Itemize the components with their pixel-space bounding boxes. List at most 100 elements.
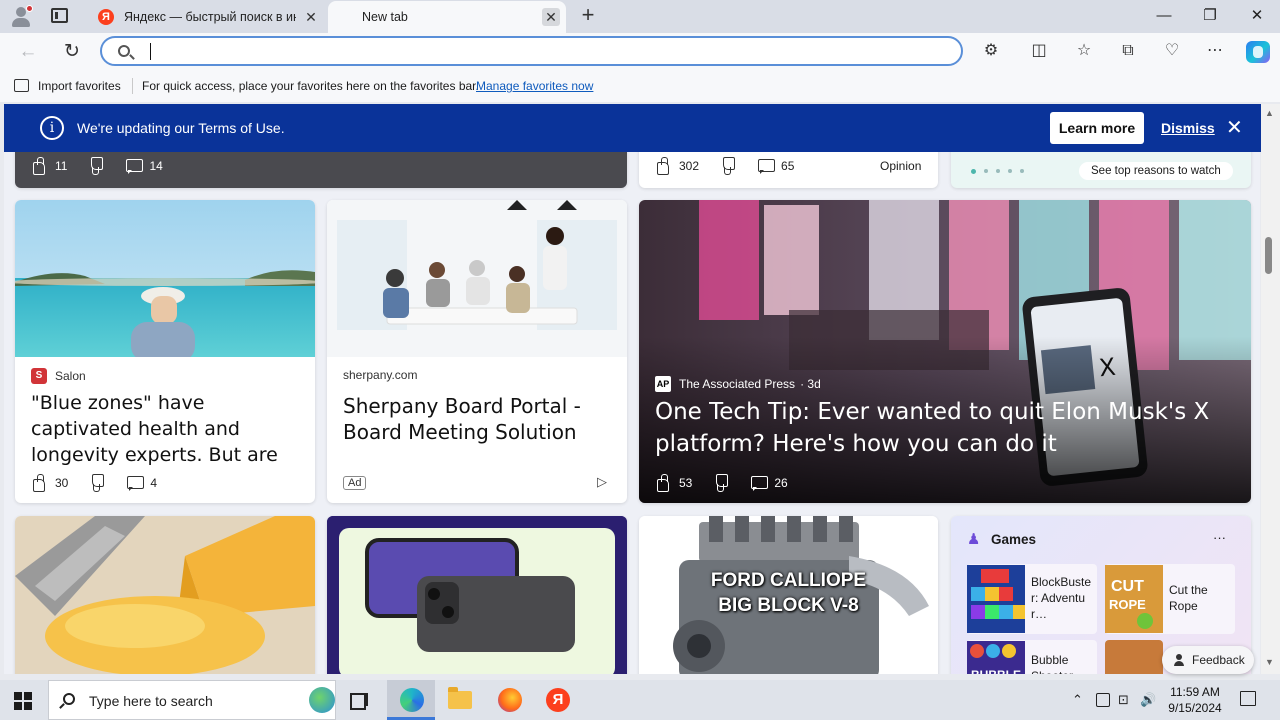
collections-icon[interactable]: ⧉	[1117, 40, 1139, 62]
like-icon[interactable]	[655, 157, 673, 175]
network-icon[interactable]: ⊡	[1118, 692, 1129, 708]
copilot-icon[interactable]	[1246, 41, 1270, 63]
import-favorites-button[interactable]: Import favorites	[38, 79, 121, 93]
taskbar-search-box[interactable]: Type here to search	[48, 680, 336, 720]
scroll-down-icon[interactable]: ▼	[1265, 657, 1274, 667]
close-icon[interactable]: ✕	[1226, 115, 1243, 140]
card-headline[interactable]: One Tech Tip: Ever wanted to quit Elon M…	[655, 396, 1235, 460]
task-view-icon[interactable]	[350, 690, 370, 710]
tab-new-tab[interactable]: New tab ✕	[328, 1, 566, 129]
source-row: S Salon	[31, 368, 86, 384]
tray-device-icon[interactable]	[1096, 693, 1110, 707]
bubble-shooter-thumb-icon: BUBBLE	[967, 641, 1025, 674]
system-clock[interactable]: 11:59 AM 9/15/2024	[1160, 684, 1230, 716]
info-icon: i	[40, 116, 64, 140]
profile-avatar-icon[interactable]	[10, 5, 33, 27]
maximize-button[interactable]: ❐	[1198, 4, 1222, 28]
tab-close-icon[interactable]: ✕	[542, 8, 560, 26]
reload-button[interactable]: ↻	[59, 39, 85, 65]
comment-count: 26	[774, 476, 788, 490]
address-bar[interactable]	[100, 36, 963, 66]
source-row: sherpany.com	[343, 368, 417, 382]
split-screen-icon[interactable]: ◫	[1028, 40, 1050, 62]
yandex-icon: Я	[546, 688, 570, 712]
see-reasons-button[interactable]: See top reasons to watch	[1079, 162, 1233, 180]
taskbar-yandex[interactable]: Я	[533, 680, 581, 720]
new-tab-button[interactable]: +	[578, 4, 598, 27]
manage-favorites-link[interactable]: Manage favorites now	[476, 79, 593, 93]
comment-icon[interactable]	[750, 474, 769, 492]
news-card-cheese[interactable]	[15, 516, 315, 674]
engine-caption-line2: BIG BLOCK V-8	[718, 595, 859, 616]
feedback-label: Feedback	[1192, 653, 1245, 667]
ad-card-iphone[interactable]	[327, 516, 627, 674]
comment-count: 65	[781, 159, 795, 173]
edge-icon	[400, 688, 424, 712]
game-tile-bubble-shooter[interactable]: BUBBLE Bubble Shooter	[967, 640, 1097, 674]
volume-icon[interactable]: 🔊	[1140, 692, 1156, 708]
notifications-icon[interactable]	[1240, 691, 1256, 706]
dislike-icon[interactable]	[87, 157, 105, 175]
news-card-blue-zones[interactable]: S Salon "Blue zones" have captivated hea…	[15, 200, 315, 503]
news-card-elon-x[interactable]: X AP The Associated Press · 3d One Tech …	[639, 200, 1251, 503]
back-button[interactable]: ←	[15, 39, 41, 65]
tab-strip: Я Яндекс — быстрый поиск в инт ✕ New tab…	[0, 0, 1280, 129]
like-icon[interactable]	[655, 474, 673, 492]
ad-choices-icon[interactable]: ▷	[597, 474, 607, 490]
browser-essentials-icon[interactable]: ♡	[1161, 40, 1183, 62]
page-scrollbar[interactable]: ▲ ▼	[1261, 104, 1280, 674]
engine-caption-line1: FORD CALLIOPE	[710, 570, 867, 591]
card-headline[interactable]: "Blue zones" have captivated health and …	[31, 390, 303, 468]
svg-text:ROPE: ROPE	[1109, 597, 1146, 612]
news-card-engine[interactable]: FORD CALLIOPE BIG BLOCK V-8	[639, 516, 938, 674]
game-tile-code-thumb[interactable]	[1105, 640, 1163, 674]
tab-title: Яндекс — быстрый поиск в инт	[124, 10, 296, 24]
divider	[132, 78, 133, 94]
ad-card-sherpany[interactable]: sherpany.com Sherpany Board Portal - Boa…	[327, 200, 627, 503]
dislike-icon[interactable]	[88, 474, 106, 492]
settings-menu-icon[interactable]: ⋯	[1204, 40, 1226, 62]
close-window-button[interactable]: ✕	[1245, 4, 1269, 28]
minimize-button[interactable]: —	[1152, 4, 1176, 28]
favorites-bar: Import favorites For quick access, place…	[0, 70, 1280, 102]
feedback-button[interactable]: Feedback	[1162, 646, 1254, 674]
game-tile-blockbuster[interactable]: BlockBuster: Adventur…	[967, 564, 1097, 634]
import-favorites-icon[interactable]	[14, 79, 29, 92]
tab-close-icon[interactable]: ✕	[302, 8, 320, 26]
dismiss-link[interactable]: Dismiss	[1161, 120, 1215, 136]
phone-image	[327, 516, 627, 674]
games-icon: ♟	[967, 531, 981, 548]
comment-icon[interactable]	[757, 157, 776, 175]
card-headline[interactable]: Sherpany Board Portal - Board Meeting So…	[343, 393, 593, 445]
dislike-icon[interactable]	[712, 474, 730, 492]
tab-actions-icon[interactable]	[51, 8, 68, 23]
new-tab-page: 11 14 302 65 Opinion See top reasons to …	[4, 104, 1260, 674]
taskbar-search-placeholder: Type here to search	[89, 693, 213, 709]
address-input[interactable]	[148, 41, 948, 61]
taskbar-edge[interactable]	[387, 680, 435, 720]
notice-message: We're updating our Terms of Use.	[77, 120, 285, 136]
taskbar-file-explorer[interactable]	[435, 680, 483, 720]
learn-more-button[interactable]: Learn more	[1050, 112, 1144, 144]
favorites-icon[interactable]: ☆	[1073, 40, 1095, 62]
tray-chevron-icon[interactable]: ⌃	[1072, 692, 1083, 708]
source-name: Salon	[55, 369, 86, 383]
dislike-icon[interactable]	[719, 157, 737, 175]
scroll-thumb[interactable]	[1265, 237, 1272, 274]
game-tile-cut-the-rope[interactable]: CUT ROPE Cut the Rope	[1105, 564, 1235, 634]
like-icon[interactable]	[31, 474, 49, 492]
comment-icon[interactable]	[126, 474, 145, 492]
windows-start-icon[interactable]	[14, 692, 32, 710]
tab-yandex[interactable]: Я Яндекс — быстрый поиск в инт ✕	[90, 1, 326, 33]
salon-logo-icon: S	[31, 368, 47, 384]
browser-toolbar: ← ↻ ⚙ ◫ ☆ ⧉ ♡ ⋯	[0, 33, 1280, 70]
taskbar-firefox[interactable]	[485, 680, 533, 720]
games-title[interactable]: Games	[991, 532, 1036, 547]
cheese-image	[15, 516, 315, 674]
like-icon[interactable]	[31, 157, 49, 175]
extensions-icon[interactable]: ⚙	[980, 40, 1002, 62]
scroll-up-icon[interactable]: ▲	[1265, 108, 1274, 118]
carousel-dots[interactable]	[971, 169, 1024, 174]
games-more-button[interactable]: ···	[1213, 530, 1226, 545]
comment-icon[interactable]	[125, 157, 144, 175]
